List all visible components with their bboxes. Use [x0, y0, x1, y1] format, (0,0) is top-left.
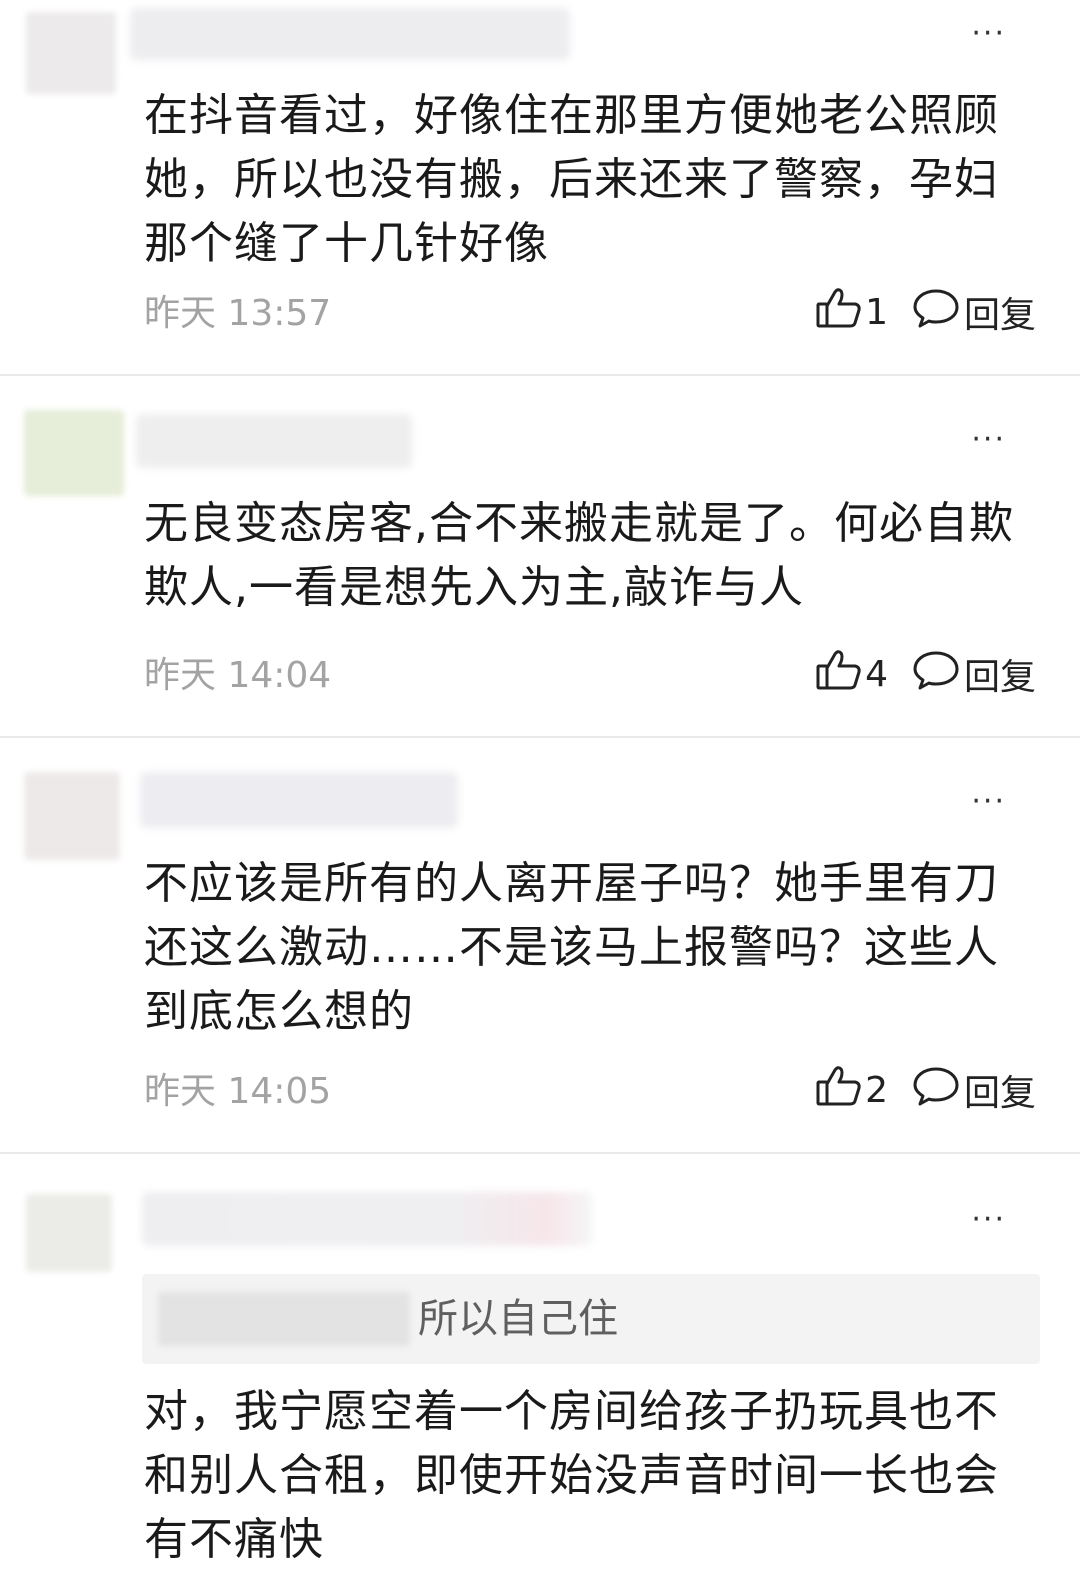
more-options-button[interactable]: ···	[971, 1205, 1006, 1235]
like-button[interactable]: 2	[815, 1064, 912, 1117]
comment-line: 在抖音看过，好像住在那里方便她老公照顾	[144, 90, 999, 141]
thumbs-up-icon	[815, 1064, 863, 1117]
reply-button[interactable]: 回复	[912, 648, 1036, 700]
speech-bubble-icon	[912, 649, 964, 700]
like-button[interactable]: 1	[815, 286, 912, 339]
username-blurred[interactable]	[142, 1192, 592, 1246]
comment-line: 到底怎么想的	[144, 986, 414, 1037]
comment-body: 无良变态房客,合不来搬走就是了。何必自欺 欺人,一看是想先入为主,敲诈与人	[144, 492, 1044, 620]
username-blurred[interactable]	[130, 8, 570, 60]
like-button[interactable]: 4	[815, 648, 912, 701]
comment-line: 有不痛快	[144, 1514, 324, 1565]
quoted-text: 所以自己住	[418, 1296, 618, 1342]
comment-line: 那个缝了十几针好像	[144, 218, 549, 269]
comment-line: 欺人,一看是想先入为主,敲诈与人	[144, 562, 804, 613]
comment-line: 还这么激动……不是该马上报警吗？这些人	[144, 922, 999, 973]
comment-line: 和别人合租，即使开始没声音时间一长也会	[144, 1450, 999, 1501]
comment-line: 不应该是所有的人离开屋子吗？她手里有刀	[144, 858, 999, 909]
comment-1: ··· 在抖音看过，好像住在那里方便她老公照顾 她，所以也没有搬，后来还来了警察…	[0, 0, 1080, 376]
username-blurred[interactable]	[136, 414, 412, 468]
comment-actions: 1 回复	[815, 287, 1036, 336]
quoted-reply: 所以自己住	[142, 1274, 1040, 1364]
speech-bubble-icon	[912, 287, 964, 338]
comment-body: 在抖音看过，好像住在那里方便她老公照顾 她，所以也没有搬，后来还来了警察，孕妇 …	[144, 84, 1044, 276]
username-blurred[interactable]	[140, 772, 458, 828]
quoted-username-blurred	[158, 1292, 410, 1346]
avatar[interactable]	[26, 1194, 112, 1272]
comment-timestamp: 昨天 14:05	[144, 1071, 332, 1112]
reply-label: 回复	[963, 1073, 1036, 1114]
avatar[interactable]	[24, 410, 124, 496]
comment-actions: 2 回复	[815, 1065, 1036, 1114]
reply-label: 回复	[963, 295, 1036, 336]
comment-body: 不应该是所有的人离开屋子吗？她手里有刀 还这么激动……不是该马上报警吗？这些人 …	[144, 852, 1044, 1044]
comment-2: ··· 无良变态房客,合不来搬走就是了。何必自欺 欺人,一看是想先入为主,敲诈与…	[0, 376, 1080, 738]
comment-4: ··· 所以自己住 对，我宁愿空着一个房间给孩子扔玩具也不 和别人合租，即使开始…	[0, 1154, 1080, 1586]
like-count: 1	[865, 291, 888, 333]
avatar[interactable]	[24, 772, 120, 860]
comment-line: 无良变态房客,合不来搬走就是了。何必自欺	[144, 498, 1014, 549]
comment-timestamp: 昨天 14:04	[144, 655, 332, 696]
speech-bubble-icon	[912, 1065, 964, 1116]
like-count: 4	[865, 653, 888, 695]
more-options-button[interactable]: ···	[971, 19, 1006, 49]
thumbs-up-icon	[815, 286, 863, 339]
comment-body: 对，我宁愿空着一个房间给孩子扔玩具也不 和别人合租，即使开始没声音时间一长也会 …	[144, 1380, 1044, 1572]
more-options-button[interactable]: ···	[971, 787, 1006, 817]
reply-label: 回复	[963, 657, 1036, 698]
like-count: 2	[865, 1069, 888, 1111]
comment-timestamp: 昨天 13:57	[144, 293, 332, 334]
avatar[interactable]	[26, 12, 116, 94]
comment-line: 对，我宁愿空着一个房间给孩子扔玩具也不	[144, 1386, 999, 1437]
reply-button[interactable]: 回复	[912, 286, 1036, 338]
comment-3: ··· 不应该是所有的人离开屋子吗？她手里有刀 还这么激动……不是该马上报警吗？…	[0, 738, 1080, 1154]
reply-button[interactable]: 回复	[912, 1064, 1036, 1116]
comment-line: 她，所以也没有搬，后来还来了警察，孕妇	[144, 154, 999, 205]
more-options-button[interactable]: ···	[971, 425, 1006, 455]
thumbs-up-icon	[815, 648, 863, 701]
comment-actions: 4 回复	[815, 649, 1036, 698]
